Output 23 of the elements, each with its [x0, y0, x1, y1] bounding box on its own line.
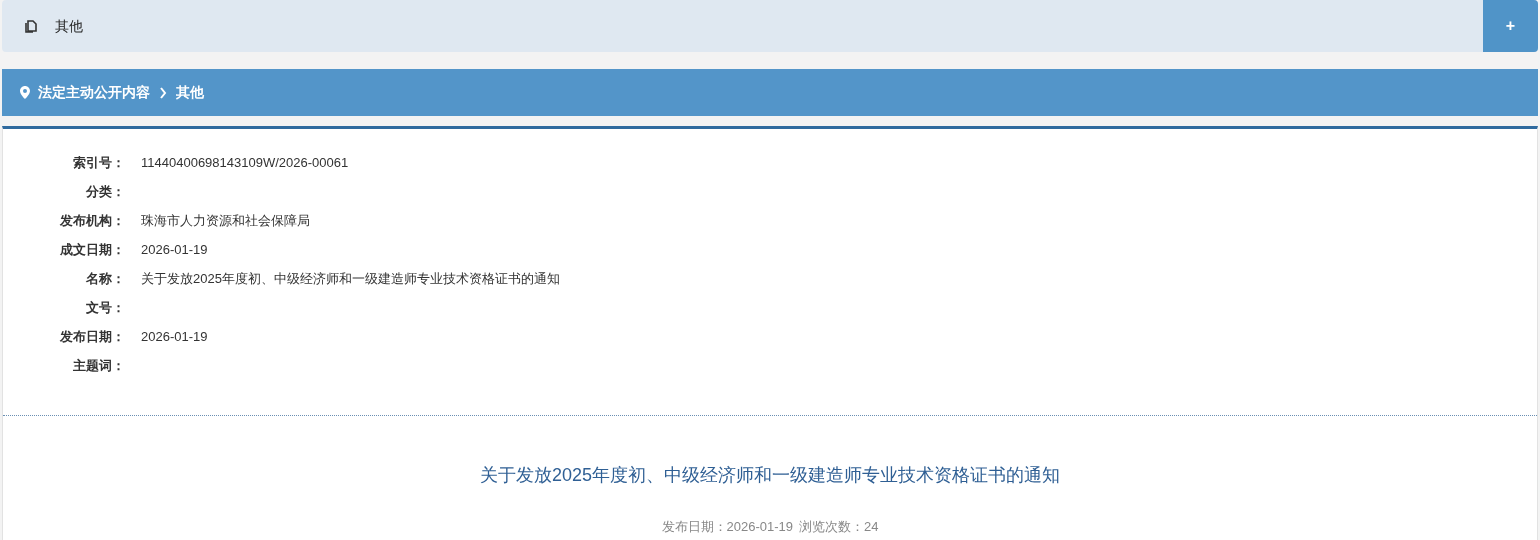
field-value: 珠海市人力资源和社会保障局: [141, 212, 310, 230]
field-label: 文号：: [85, 299, 125, 317]
field-label: 发布机构：: [59, 212, 125, 230]
location-pin-icon: [20, 86, 30, 99]
field-label: 成文日期：: [59, 241, 125, 259]
breadcrumb-link[interactable]: 其他: [176, 82, 204, 103]
copy-icon: [25, 19, 37, 33]
publish-date: 发布日期：2026-01-19: [661, 518, 793, 536]
field-value: 11440400698143109W/2026-00061: [141, 154, 349, 172]
field-value: 2026-01-19: [141, 328, 208, 346]
field-label: 索引号：: [72, 154, 125, 172]
breadcrumb-link[interactable]: 法定主动公开内容: [38, 82, 150, 103]
field-label: 名称：: [85, 270, 125, 288]
article-title: 关于发放2025年度初、中级经济师和一级建造师专业技术资格证书的通知: [478, 464, 1061, 487]
add-button[interactable]: +: [1483, 0, 1538, 52]
field-label: 主题词：: [72, 357, 125, 375]
chevron-right-icon: [159, 86, 167, 99]
field-value: 2026-01-19: [141, 241, 208, 259]
field-value: 关于发放2025年度初、中级经济师和一级建造师专业技术资格证书的通知: [141, 270, 560, 288]
view-count: 浏览次数：24: [799, 518, 879, 536]
field-label: 分类：: [85, 183, 125, 201]
field-label: 发布日期：: [59, 328, 125, 346]
section-title: 其他: [55, 16, 83, 36]
